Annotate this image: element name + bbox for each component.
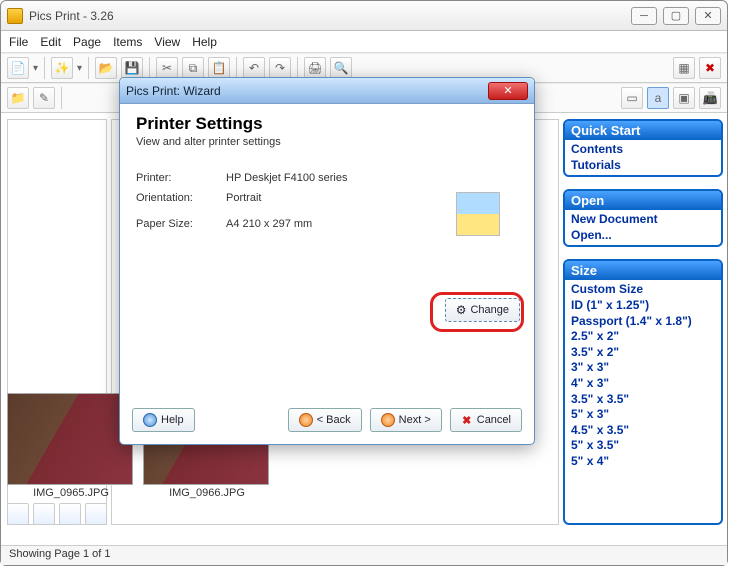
toolbar-preview-icon[interactable]: 🔍 (330, 57, 352, 79)
toolbar-save-icon[interactable]: 💾 (121, 57, 143, 79)
help-button-label: Help (161, 414, 184, 426)
toolbar-delete-icon[interactable]: ✖ (699, 57, 721, 79)
panel-quickstart: Quick Start Contents Tutorials (563, 119, 723, 177)
label-orientation: Orientation: (136, 192, 226, 204)
menubar: File Edit Page Items View Help (1, 31, 727, 53)
panel-open: Open New Document Open... (563, 189, 723, 247)
value-printer: HP Deskjet F4100 series (226, 172, 448, 184)
mini-view-2[interactable] (33, 503, 55, 525)
tool-frame-icon[interactable]: ▣ (673, 87, 695, 109)
size-5x3[interactable]: 5" x 3" (571, 407, 715, 423)
tool-scanner-icon[interactable]: 📠 (699, 87, 721, 109)
menu-help[interactable]: Help (192, 35, 217, 49)
open-new-document[interactable]: New Document (571, 212, 715, 228)
change-button[interactable]: ⚙ Change (445, 298, 520, 322)
toolbar-copy-icon[interactable]: ⧉ (182, 57, 204, 79)
window-title: Pics Print - 3.26 (29, 9, 631, 23)
open-open[interactable]: Open... (571, 228, 715, 244)
wizard-subtitle: View and alter printer settings (136, 136, 518, 148)
size-custom[interactable]: Custom Size (571, 282, 715, 298)
toolbar-cut-icon[interactable]: ✂ (156, 57, 178, 79)
quickstart-tutorials[interactable]: Tutorials (571, 158, 715, 174)
tool-a-icon[interactable]: a (647, 87, 669, 109)
thumb-1-image (7, 393, 133, 485)
tool-folder-icon[interactable]: 📁 (7, 87, 29, 109)
menu-page[interactable]: Page (73, 35, 101, 49)
menu-items[interactable]: Items (113, 35, 142, 49)
mini-view-4[interactable] (85, 503, 107, 525)
size-4x3[interactable]: 4" x 3" (571, 376, 715, 392)
maximize-button[interactable]: ▢ (663, 7, 689, 25)
wizard-close-button[interactable]: ✕ (488, 82, 528, 100)
thumb-1[interactable]: IMG_0965.JPG (7, 393, 135, 499)
toolbar-paste-icon[interactable]: 📋 (208, 57, 230, 79)
back-button-label: < Back (317, 414, 351, 426)
toolbar-print-icon[interactable]: 🖨 (304, 57, 326, 79)
wizard-title: Pics Print: Wizard (126, 84, 488, 98)
menu-view[interactable]: View (154, 35, 180, 49)
value-paper: A4 210 x 297 mm (226, 218, 448, 230)
main-window: Pics Print - 3.26 ─ ▢ ✕ File Edit Page I… (0, 0, 728, 566)
menu-file[interactable]: File (9, 35, 28, 49)
panel-open-title: Open (565, 191, 721, 210)
thumb-2-label: IMG_0966.JPG (143, 487, 271, 499)
size-id[interactable]: ID (1" x 1.25") (571, 298, 715, 314)
minimize-button[interactable]: ─ (631, 7, 657, 25)
size-5x3_5[interactable]: 5" x 3.5" (571, 438, 715, 454)
toolbar-undo-icon[interactable]: ↶ (243, 57, 265, 79)
help-icon (143, 413, 157, 427)
panel-size: Size Custom Size ID (1" x 1.25") Passpor… (563, 259, 723, 525)
size-3_5x3_5[interactable]: 3.5" x 3.5" (571, 392, 715, 408)
tool-page-icon[interactable]: ▭ (621, 87, 643, 109)
app-icon (7, 8, 23, 24)
toolbar-grid-icon[interactable]: ▦ (673, 57, 695, 79)
back-button[interactable]: < Back (288, 408, 362, 432)
titlebar: Pics Print - 3.26 ─ ▢ ✕ (1, 1, 727, 31)
size-4_5x3_5[interactable]: 4.5" x 3.5" (571, 423, 715, 439)
statusbar: Showing Page 1 of 1 (1, 545, 727, 565)
back-icon (299, 413, 313, 427)
size-2_5x2[interactable]: 2.5" x 2" (571, 329, 715, 345)
tool-pencil-icon[interactable]: ✎ (33, 87, 55, 109)
panel-quickstart-title: Quick Start (565, 121, 721, 140)
toolbar-redo-icon[interactable]: ↷ (269, 57, 291, 79)
side-panels: Quick Start Contents Tutorials Open New … (563, 119, 723, 525)
cancel-icon: ✖ (461, 414, 473, 426)
quickstart-contents[interactable]: Contents (571, 142, 715, 158)
help-button[interactable]: Help (132, 408, 195, 432)
toolbar-new-icon[interactable]: 📄 (7, 57, 29, 79)
toolbar-wand-icon[interactable]: ✨ (51, 57, 73, 79)
size-passport[interactable]: Passport (1.4" x 1.8") (571, 314, 715, 330)
next-button[interactable]: Next > (370, 408, 442, 432)
thumb-1-label: IMG_0965.JPG (7, 487, 135, 499)
value-orientation: Portrait (226, 192, 448, 204)
size-3_5x2[interactable]: 3.5" x 2" (571, 345, 715, 361)
printer-preview-icon (456, 192, 500, 236)
size-3x3[interactable]: 3" x 3" (571, 360, 715, 376)
menu-edit[interactable]: Edit (40, 35, 61, 49)
wizard-titlebar: Pics Print: Wizard ✕ (120, 78, 534, 104)
close-button[interactable]: ✕ (695, 7, 721, 25)
cancel-button-label: Cancel (477, 414, 511, 426)
mini-view-1[interactable] (7, 503, 29, 525)
wizard-heading: Printer Settings (136, 114, 518, 134)
toolbar-open-icon[interactable]: 📂 (95, 57, 117, 79)
next-icon (381, 413, 395, 427)
size-5x4[interactable]: 5" x 4" (571, 454, 715, 470)
label-printer: Printer: (136, 172, 226, 184)
panel-size-title: Size (565, 261, 721, 280)
label-paper: Paper Size: (136, 218, 226, 230)
gear-icon: ⚙ (456, 303, 467, 317)
cancel-button[interactable]: ✖ Cancel (450, 408, 522, 432)
wizard-dialog: Pics Print: Wizard ✕ Printer Settings Vi… (119, 77, 535, 445)
next-button-label: Next > (399, 414, 431, 426)
mini-view-3[interactable] (59, 503, 81, 525)
change-button-label: Change (470, 304, 509, 316)
status-text: Showing Page 1 of 1 (9, 548, 111, 560)
